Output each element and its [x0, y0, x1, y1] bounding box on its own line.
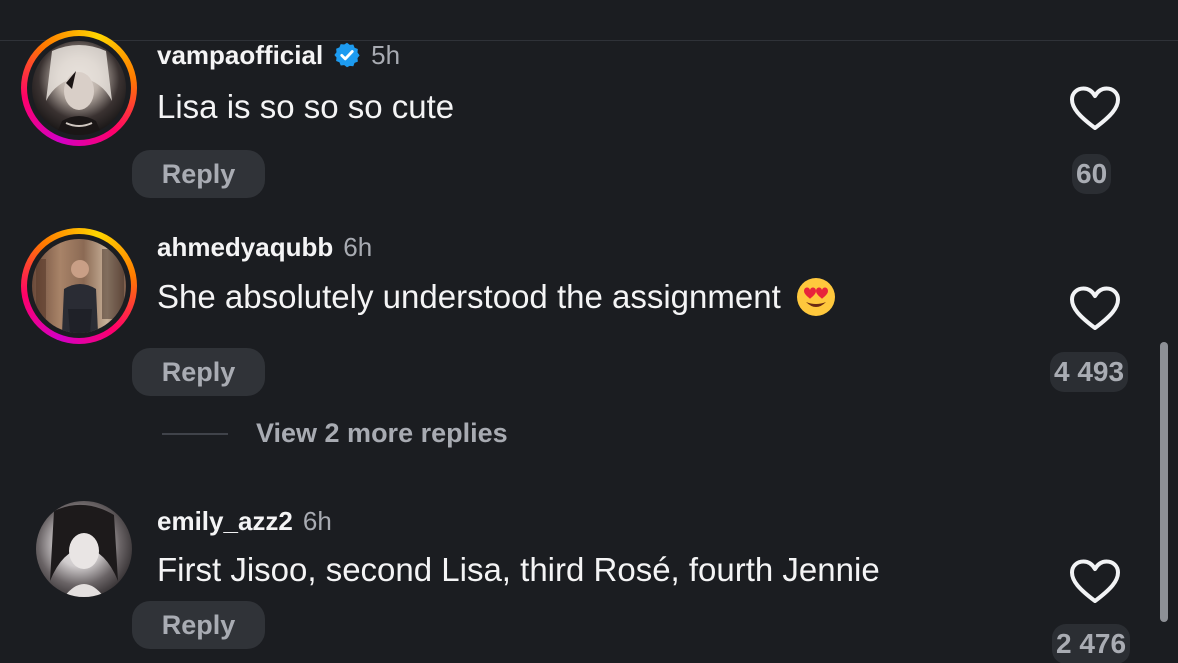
- reply-button[interactable]: Reply: [132, 601, 265, 649]
- comment-text: She absolutely understood the assignment: [157, 276, 837, 318]
- comment-timestamp: 5h: [371, 40, 401, 70]
- view-more-divider: [162, 432, 228, 435]
- like-count[interactable]: 60: [1072, 154, 1112, 194]
- avatar[interactable]: [21, 30, 137, 146]
- comment-timestamp: 6h: [302, 506, 332, 536]
- comment-username[interactable]: vampaofficial: [157, 40, 323, 70]
- like-count[interactable]: 4 493: [1050, 352, 1129, 392]
- view-more-replies-label[interactable]: View 2 more replies: [256, 418, 508, 449]
- view-more-replies[interactable]: View 2 more replies: [162, 418, 508, 449]
- reply-button[interactable]: Reply: [132, 150, 265, 198]
- heart-eyes-emoji-icon: [796, 278, 835, 316]
- avatar[interactable]: [21, 228, 137, 344]
- like-count[interactable]: 2 476: [1052, 624, 1131, 663]
- comment-text: First Jisoo, second Lisa, third Rosé, fo…: [157, 551, 880, 588]
- comment-username[interactable]: ahmedyaqubb: [157, 232, 333, 262]
- comment-text: Lisa is so so so cute: [157, 88, 455, 125]
- verified-badge-icon: [334, 42, 360, 68]
- comment-timestamp: 6h: [343, 232, 373, 262]
- comment-text-content: She absolutely understood the assignment: [157, 278, 781, 315]
- heart-icon[interactable]: [1069, 559, 1121, 605]
- heart-icon[interactable]: [1069, 86, 1121, 132]
- comment-username[interactable]: emily_azz2: [157, 506, 293, 536]
- scrollbar[interactable]: [1160, 342, 1168, 622]
- reply-button[interactable]: Reply: [132, 348, 265, 396]
- heart-icon[interactable]: [1069, 286, 1121, 332]
- avatar[interactable]: [36, 501, 132, 597]
